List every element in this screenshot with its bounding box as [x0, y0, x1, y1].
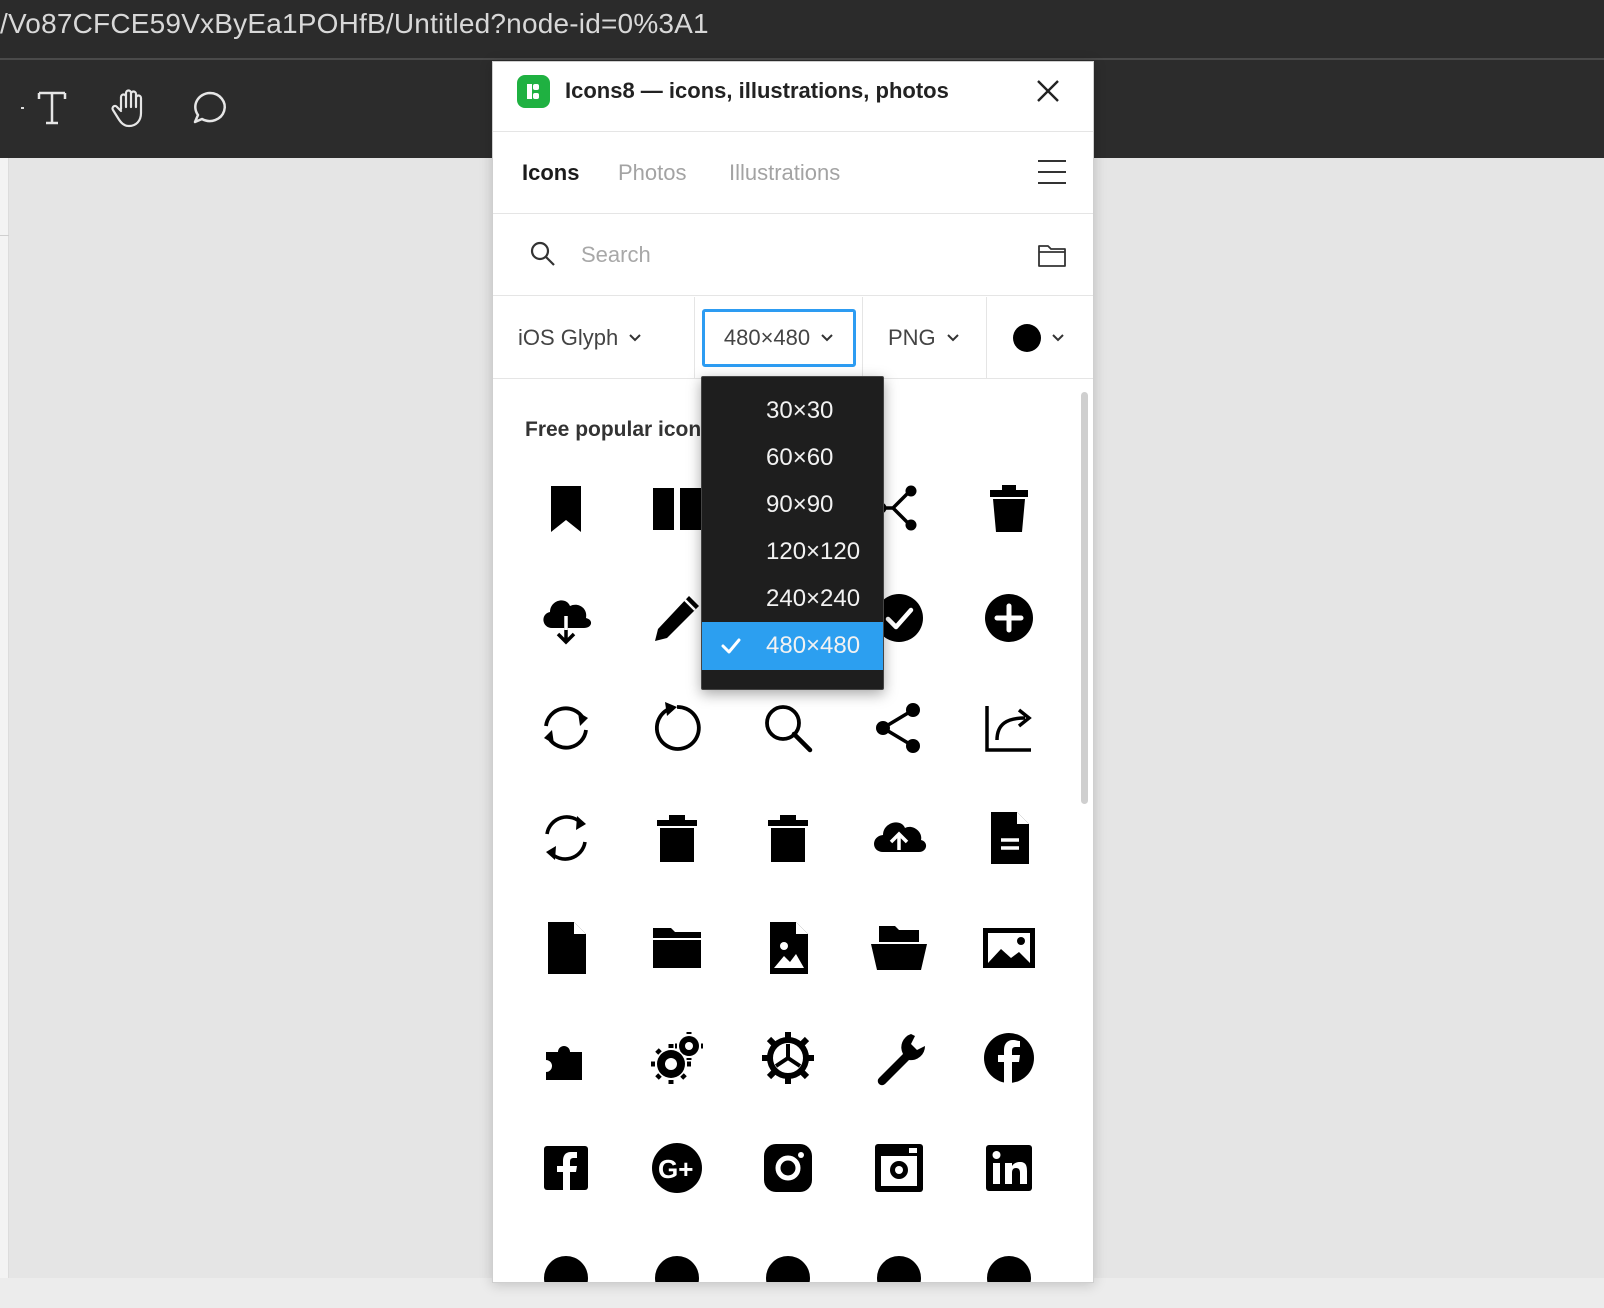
- chevron-down-icon: [946, 333, 959, 341]
- cloud-upload-icon[interactable]: [867, 806, 931, 870]
- close-icon[interactable]: [1031, 74, 1065, 108]
- partial-icon[interactable]: [756, 1246, 820, 1282]
- plugin-tabs: Icons Photos Illustrations: [493, 133, 1093, 214]
- puzzle-icon[interactable]: [534, 1026, 598, 1090]
- filter-bar: iOS Glyph 480×480 PNG: [493, 297, 1093, 379]
- partial-icon[interactable]: [534, 1246, 598, 1282]
- share-icon[interactable]: [867, 696, 931, 760]
- bookmark-icon[interactable]: [534, 476, 598, 540]
- folder-icon[interactable]: [645, 916, 709, 980]
- restart-icon[interactable]: [645, 696, 709, 760]
- style-select-value: iOS Glyph: [518, 324, 619, 350]
- color-swatch: [1013, 323, 1041, 352]
- browser-url-bar[interactable]: /Vo87CFCE59VxByEa1POHfB/Untitled?node-id…: [0, 0, 1604, 52]
- hand-tool-icon[interactable]: [105, 82, 157, 134]
- file-icon[interactable]: [534, 916, 598, 980]
- chevron-down-icon: [821, 334, 833, 342]
- linkedin-icon[interactable]: [977, 1136, 1041, 1200]
- search-icon[interactable]: [756, 696, 820, 760]
- partial-icon[interactable]: [867, 1246, 931, 1282]
- comment-tool-icon[interactable]: [184, 82, 236, 134]
- refresh-icon[interactable]: [534, 806, 598, 870]
- gears-icon[interactable]: [645, 1026, 709, 1090]
- size-select-cell: 480×480: [695, 297, 863, 378]
- trash-icon[interactable]: [977, 476, 1041, 540]
- size-option[interactable]: 60×60: [702, 434, 883, 482]
- cloud-download-icon[interactable]: [534, 586, 598, 650]
- tab-icons[interactable]: Icons: [522, 160, 579, 186]
- settings-icon[interactable]: [756, 1026, 820, 1090]
- size-option-label: 480×480: [766, 632, 861, 659]
- section-title: Free popular icons: [525, 418, 713, 441]
- size-option[interactable]: 240×240: [702, 575, 883, 623]
- document-icon[interactable]: [977, 806, 1041, 870]
- tab-photos[interactable]: Photos: [618, 160, 687, 186]
- folder-icon[interactable]: [1037, 241, 1067, 269]
- size-option-label: 240×240: [766, 585, 861, 612]
- search-bar: [493, 215, 1093, 296]
- google-plus-icon[interactable]: G+: [645, 1136, 709, 1200]
- delete-icon[interactable]: [645, 806, 709, 870]
- tab-illustrations[interactable]: Illustrations: [729, 160, 840, 186]
- color-select[interactable]: [987, 297, 1093, 378]
- size-option[interactable]: 120×120: [702, 528, 883, 576]
- sync-icon[interactable]: [534, 696, 598, 760]
- size-option[interactable]: 480×480: [702, 622, 883, 670]
- partial-icon[interactable]: [645, 1246, 709, 1282]
- partial-icon[interactable]: [977, 1246, 1041, 1282]
- style-select[interactable]: iOS Glyph: [493, 297, 695, 378]
- image-file-icon[interactable]: [756, 916, 820, 980]
- svg-text:G+: G+: [658, 1154, 693, 1184]
- size-option[interactable]: 90×90: [702, 481, 883, 529]
- plugin-title: Icons8 — icons, illustrations, photos: [565, 78, 949, 103]
- open-folder-icon[interactable]: [867, 916, 931, 980]
- pencil-icon[interactable]: [645, 586, 709, 650]
- book-icon[interactable]: [645, 476, 709, 540]
- trash-can-icon[interactable]: [756, 806, 820, 870]
- size-select-value: 480×480: [723, 325, 811, 350]
- canvas-ruler: [0, 158, 9, 1278]
- size-option-label: 60×60: [766, 444, 834, 471]
- instagram-icon[interactable]: [756, 1136, 820, 1200]
- icons8-logo-icon: [517, 75, 550, 108]
- checkmark-icon: [720, 636, 742, 656]
- instagram-old-icon[interactable]: [867, 1136, 931, 1200]
- picture-icon[interactable]: [977, 916, 1041, 980]
- plus-icon[interactable]: [977, 586, 1041, 650]
- format-select-value: PNG: [888, 324, 936, 350]
- chevron-down-icon: [1052, 333, 1064, 341]
- size-option-label: 120×120: [766, 538, 861, 565]
- facebook-circle-icon[interactable]: [977, 1026, 1041, 1090]
- hamburger-menu-icon[interactable]: [1037, 159, 1067, 185]
- size-option-label: 30×30: [766, 397, 834, 424]
- chevron-down-icon: [629, 333, 641, 341]
- format-select[interactable]: PNG: [863, 297, 987, 378]
- canvas-ruler-tick: [0, 235, 9, 236]
- search-icon: [529, 240, 557, 268]
- share-chart-icon[interactable]: [977, 696, 1041, 760]
- size-dropdown-menu: 30×30 60×60 90×90 120×120 240×240 480×480: [701, 376, 884, 690]
- search-input[interactable]: [581, 237, 981, 273]
- size-option[interactable]: 30×30: [702, 387, 883, 435]
- wrench-icon[interactable]: [867, 1026, 931, 1090]
- size-select[interactable]: 480×480: [702, 309, 856, 367]
- size-option-label: 90×90: [766, 491, 834, 518]
- text-tool-icon[interactable]: [26, 82, 78, 134]
- scrollbar[interactable]: [1081, 392, 1088, 804]
- facebook-square-icon[interactable]: [534, 1136, 598, 1200]
- url-text[interactable]: /Vo87CFCE59VxByEa1POHfB/Untitled?node-id…: [0, 8, 709, 40]
- plugin-header: Icons8 — icons, illustrations, photos: [493, 62, 1093, 132]
